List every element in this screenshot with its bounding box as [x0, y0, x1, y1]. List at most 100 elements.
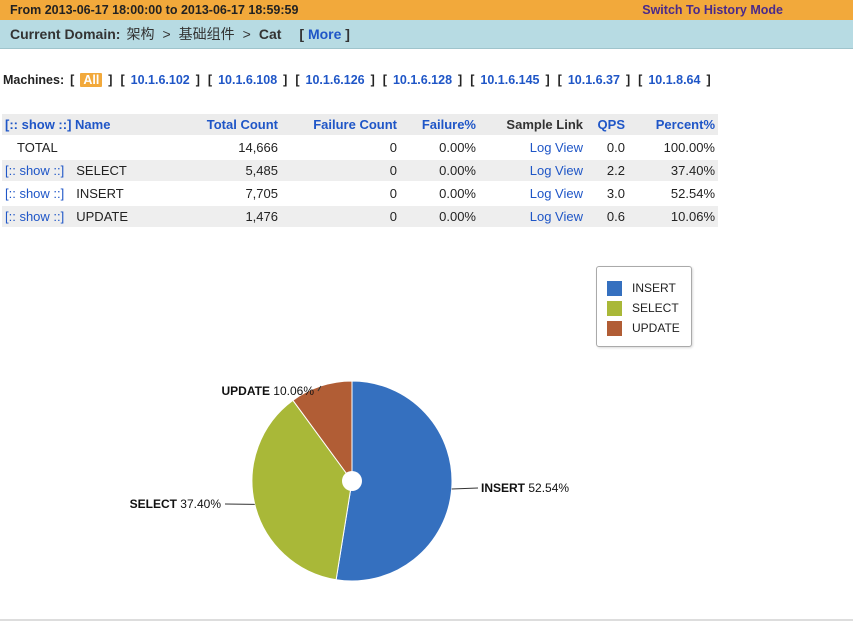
percent-header[interactable]: Percent% [628, 114, 718, 135]
machine-chip: [10.1.6.102] [120, 73, 200, 87]
log-view-link[interactable]: Log View [530, 140, 583, 155]
total-cell: 14,666 [174, 137, 281, 158]
breadcrumb-group: 基础组件 [178, 26, 235, 42]
more-domains-link[interactable]: More [308, 26, 341, 42]
log-view-link[interactable]: Log View [530, 163, 583, 178]
sort-percent-link[interactable]: Percent% [656, 117, 715, 132]
failure-count-header[interactable]: Failure Count [281, 114, 400, 135]
table-header-row: [:: show ::] Name Total Count Failure Co… [2, 114, 718, 135]
breadcrumb-separator: > [162, 26, 171, 42]
legend-label: UPDATE [632, 321, 680, 335]
bracket: ] [345, 26, 350, 42]
sample-cell: Log View [479, 137, 586, 158]
show-detail-link[interactable]: [:: show ::] [5, 163, 64, 178]
qps-header[interactable]: QPS [586, 114, 628, 135]
time-range: From 2013-06-17 18:00:00 to 2013-06-17 1… [10, 3, 298, 17]
sort-name-link[interactable]: Name [75, 117, 110, 132]
current-domain-label: Current Domain: [10, 26, 121, 42]
table-row: [:: show ::] INSERT 7,705 0 0.00% Log Vie… [2, 183, 718, 204]
failure-pct-cell: 0.00% [400, 137, 479, 158]
qps-cell: 0.0 [586, 137, 628, 158]
pie-label-insert: INSERT 52.54% [481, 481, 569, 495]
sample-cell: Log View [479, 160, 586, 181]
total-cell: 1,476 [174, 206, 281, 227]
more-domains: [ More ] [299, 26, 350, 42]
table-row: [:: show ::] SELECT 5,485 0 0.00% Log Vie… [2, 160, 718, 181]
machine-link[interactable]: 10.1.6.37 [568, 73, 620, 87]
machine-link[interactable]: 10.1.6.102 [131, 73, 190, 87]
show-all-link[interactable]: [:: show ::] [5, 117, 71, 132]
failure-count-cell: 0 [281, 137, 400, 158]
machine-chip-all: [All] [70, 73, 113, 87]
show-detail-link[interactable]: [:: show ::] [5, 186, 64, 201]
legend-item-insert: INSERT [597, 278, 691, 298]
percent-cell: 100.00% [628, 137, 718, 158]
percent-cell: 10.06% [628, 206, 718, 227]
breadcrumb-separator: > [242, 26, 251, 42]
failure-count-cell: 0 [281, 206, 400, 227]
machine-chip: [10.1.6.108] [207, 73, 288, 87]
failure-pct-cell: 0.00% [400, 160, 479, 181]
name-cell: TOTAL [2, 137, 174, 158]
show-detail-link[interactable]: [:: show ::] [5, 209, 64, 224]
name-cell: [:: show ::] SELECT [2, 160, 174, 181]
table-row: [:: show ::] UPDATE 1,476 0 0.00% Log Vie… [2, 206, 718, 227]
row-name: INSERT [76, 186, 124, 201]
name-cell: [:: show ::] INSERT [2, 183, 174, 204]
machine-link[interactable]: 10.1.8.64 [648, 73, 700, 87]
name-cell: [:: show ::] UPDATE [2, 206, 174, 227]
machine-link[interactable]: 10.1.6.145 [480, 73, 539, 87]
machine-link[interactable]: 10.1.6.108 [218, 73, 277, 87]
sample-cell: Log View [479, 206, 586, 227]
from-label: From [10, 3, 42, 17]
row-name: TOTAL [17, 140, 58, 155]
time-range-bar: From 2013-06-17 18:00:00 to 2013-06-17 1… [0, 0, 853, 20]
machine-chip: [10.1.6.37] [557, 73, 631, 87]
switch-history-link[interactable]: Switch To History Mode [642, 3, 783, 17]
failure-count-cell: 0 [281, 183, 400, 204]
machine-link-all[interactable]: All [80, 73, 103, 87]
bracket: [ [299, 26, 305, 42]
machine-link[interactable]: 10.1.6.126 [306, 73, 365, 87]
pie-legend: INSERT SELECT UPDATE [596, 266, 692, 347]
transaction-table: [:: show ::] Name Total Count Failure Co… [2, 112, 718, 229]
breadcrumb-current: Cat [258, 26, 282, 42]
legend-label: INSERT [632, 281, 676, 295]
log-view-link[interactable]: Log View [530, 209, 583, 224]
row-name: SELECT [76, 163, 127, 178]
legend-swatch [607, 280, 622, 296]
legend-swatch [607, 300, 622, 316]
machines-label: Machines: [3, 73, 65, 87]
legend-item-update: UPDATE [597, 318, 691, 338]
machine-chip: [10.1.6.126] [295, 73, 375, 87]
sort-failure-pct-link[interactable]: Failure% [422, 117, 476, 132]
machine-chip: [10.1.6.145] [470, 73, 550, 87]
failure-pct-header[interactable]: Failure% [400, 114, 479, 135]
pie-center-hole [342, 471, 362, 491]
failure-count-cell: 0 [281, 160, 400, 181]
pie-label-select: SELECT 37.40% [130, 497, 222, 511]
total-cell: 7,705 [174, 183, 281, 204]
sort-total-link[interactable]: Total Count [207, 117, 278, 132]
log-view-link[interactable]: Log View [530, 186, 583, 201]
machine-filter: Machines: [All] [10.1.6.102] [10.1.6.108… [3, 72, 719, 88]
name-column-header: [:: show ::] Name [2, 114, 174, 135]
percent-cell: 37.40% [628, 160, 718, 181]
legend-item-select: SELECT [597, 298, 691, 318]
machine-chip: [10.1.6.128] [382, 73, 463, 87]
sample-cell: Log View [479, 183, 586, 204]
qps-cell: 2.2 [586, 160, 628, 181]
sample-link-header: Sample Link [479, 114, 586, 135]
end-time: 2013-06-17 18:59:59 [180, 3, 299, 17]
qps-cell: 3.0 [586, 183, 628, 204]
pie-label-update: UPDATE 10.06% [222, 384, 315, 398]
legend-swatch [607, 320, 622, 336]
sort-failure-count-link[interactable]: Failure Count [313, 117, 397, 132]
table-row: TOTAL 14,666 0 0.00% Log View 0.0 100.00… [2, 137, 718, 158]
breadcrumb-domain: 架构 [126, 26, 155, 42]
total-count-header[interactable]: Total Count [174, 114, 281, 135]
machine-link[interactable]: 10.1.6.128 [393, 73, 452, 87]
qps-cell: 0.6 [586, 206, 628, 227]
sort-qps-link[interactable]: QPS [598, 117, 625, 132]
failure-pct-cell: 0.00% [400, 206, 479, 227]
